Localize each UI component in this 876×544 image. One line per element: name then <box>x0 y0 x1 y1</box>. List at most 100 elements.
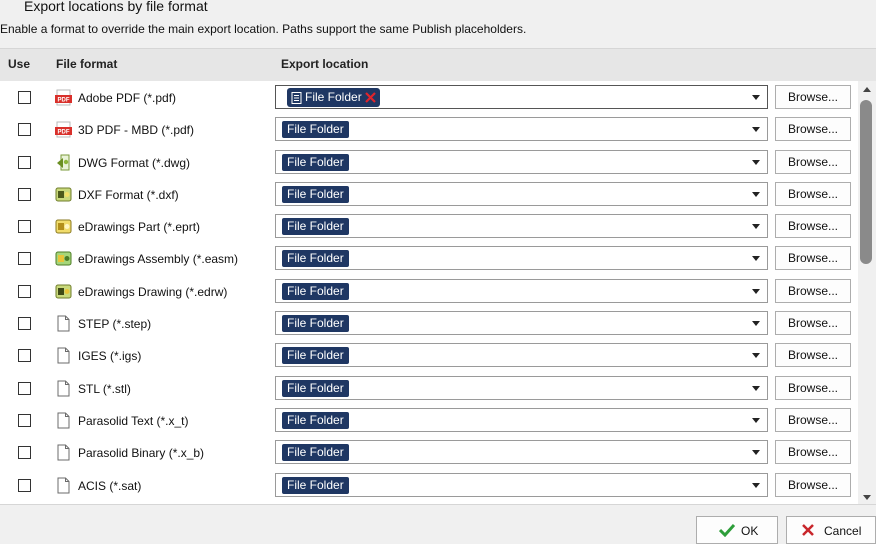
export-location-combobox[interactable]: File Folder <box>275 214 768 239</box>
file-format-label: eDrawings Drawing (*.edrw) <box>78 284 228 299</box>
use-checkbox[interactable] <box>18 317 31 331</box>
table-row: eDrawings Assembly (*.easm) File Folder Br… <box>0 242 858 274</box>
location-token-label: File Folder <box>287 251 344 266</box>
use-checkbox[interactable] <box>18 349 31 363</box>
location-token-label: File Folder <box>305 90 362 104</box>
use-checkbox[interactable] <box>18 155 31 169</box>
use-checkbox[interactable] <box>18 187 31 201</box>
export-location-combobox[interactable]: File Folder <box>275 375 768 400</box>
format-grid: Use File format Export location PDF Adobe… <box>0 48 876 505</box>
scroll-down-arrow-icon[interactable] <box>863 495 871 500</box>
file-format-label: DXF Format (*.dxf) <box>78 187 179 202</box>
scroll-up-arrow-icon[interactable] <box>863 87 871 92</box>
file-format-label: Adobe PDF (*.pdf) <box>78 91 177 105</box>
chevron-down-icon[interactable] <box>752 256 760 262</box>
generic-file-icon <box>55 444 72 461</box>
remove-x-icon[interactable] <box>364 91 377 104</box>
location-token: File Folder <box>282 444 349 462</box>
table-row: Parasolid Binary (*.x_b) File Folder Brows… <box>0 436 858 468</box>
location-token: File Folder <box>282 315 349 333</box>
browse-button[interactable]: Browse... <box>775 472 851 497</box>
browse-button[interactable]: Browse... <box>775 407 851 432</box>
file-format-label: DWG Format (*.dwg) <box>78 155 191 170</box>
export-location-combobox[interactable]: File Folder <box>275 311 768 336</box>
use-checkbox[interactable] <box>18 220 31 234</box>
chevron-down-icon[interactable] <box>752 224 760 230</box>
checkmark-icon <box>719 523 735 537</box>
browse-button[interactable]: Browse... <box>775 117 851 142</box>
chevron-down-icon[interactable] <box>752 417 760 423</box>
table-row: DXF Format (*.dxf) File Folder Browse... <box>0 178 858 210</box>
location-token: File Folder <box>282 153 349 171</box>
grid-rows: PDF Adobe PDF (*.pdf) File Folder Browse...… <box>0 81 858 501</box>
vertical-scrollbar[interactable] <box>858 81 876 504</box>
cancel-button[interactable]: Cancel <box>786 516 876 544</box>
chevron-down-icon[interactable] <box>752 127 760 133</box>
generic-file-icon <box>55 412 72 429</box>
file-format-label: 3D PDF - MBD (*.pdf) <box>78 123 195 138</box>
location-token-label: File Folder <box>287 348 344 363</box>
chevron-down-icon[interactable] <box>752 482 760 488</box>
chevron-down-icon[interactable] <box>752 353 760 359</box>
use-checkbox[interactable] <box>18 252 31 266</box>
export-location-combobox[interactable]: File Folder <box>275 343 768 368</box>
file-format-label: STEP (*.step) <box>78 317 152 332</box>
grid-header: Use File format Export location <box>0 49 876 81</box>
file-format-label: Parasolid Binary (*.x_b) <box>78 446 205 461</box>
browse-button[interactable]: Browse... <box>775 375 851 400</box>
pdf-icon: PDF <box>55 89 72 106</box>
export-location-combobox[interactable]: File Folder <box>275 181 768 206</box>
chevron-down-icon[interactable] <box>752 159 760 165</box>
browse-button[interactable]: Browse... <box>775 214 851 239</box>
browse-button[interactable]: Browse... <box>775 149 851 174</box>
browse-button[interactable]: Browse... <box>775 343 851 368</box>
scrollbar-thumb[interactable] <box>860 100 872 264</box>
location-token-label: File Folder <box>287 380 344 395</box>
chevron-down-icon[interactable] <box>752 385 760 391</box>
export-location-combobox[interactable]: File Folder <box>275 472 768 497</box>
export-location-combobox[interactable]: File Folder <box>275 246 768 271</box>
use-checkbox[interactable] <box>18 381 31 395</box>
browse-button[interactable]: Browse... <box>775 246 851 271</box>
browse-button[interactable]: Browse... <box>775 85 851 109</box>
cancel-label: Cancel <box>824 524 862 538</box>
close-x-icon <box>802 524 814 536</box>
location-token-label: File Folder <box>287 445 344 460</box>
chevron-down-icon[interactable] <box>752 95 760 100</box>
location-token-label: File Folder <box>287 122 344 137</box>
chevron-down-icon[interactable] <box>752 288 760 294</box>
chevron-down-icon[interactable] <box>752 321 760 327</box>
dialog-subtitle: Enable a format to override the main exp… <box>0 22 527 36</box>
file-format-label: eDrawings Part (*.eprt) <box>78 220 201 235</box>
browse-button[interactable]: Browse... <box>775 278 851 303</box>
svg-text:PDF: PDF <box>58 98 70 104</box>
use-checkbox[interactable] <box>18 284 31 298</box>
use-checkbox[interactable] <box>18 91 31 104</box>
export-location-combobox[interactable]: File Folder <box>275 440 768 465</box>
use-checkbox[interactable] <box>18 478 31 492</box>
browse-button[interactable]: Browse... <box>775 181 851 206</box>
location-token-label: File Folder <box>287 186 344 201</box>
pdf-icon: PDF <box>55 121 72 138</box>
export-location-combobox[interactable]: File Folder <box>275 407 768 432</box>
edrawings-part-icon <box>55 218 72 235</box>
location-token: File Folder <box>282 185 349 203</box>
use-checkbox[interactable] <box>18 123 31 137</box>
use-checkbox[interactable] <box>18 446 31 460</box>
location-token: File Folder <box>282 347 349 365</box>
export-location-combobox[interactable]: File Folder <box>275 117 768 142</box>
header-file-format: File format <box>56 57 118 71</box>
ok-button[interactable]: OK <box>696 516 778 544</box>
file-format-label: IGES (*.igs) <box>78 349 142 364</box>
export-location-combobox[interactable]: File Folder <box>275 149 768 174</box>
export-location-combobox[interactable]: File Folder <box>275 85 768 109</box>
chevron-down-icon[interactable] <box>752 450 760 456</box>
browse-button[interactable]: Browse... <box>775 311 851 336</box>
use-checkbox[interactable] <box>18 413 31 427</box>
browse-button[interactable]: Browse... <box>775 440 851 465</box>
chevron-down-icon[interactable] <box>752 191 760 197</box>
header-export-location: Export location <box>281 57 369 71</box>
location-token-label: File Folder <box>287 477 344 492</box>
location-token: File Folder <box>282 250 349 268</box>
export-location-combobox[interactable]: File Folder <box>275 278 768 303</box>
